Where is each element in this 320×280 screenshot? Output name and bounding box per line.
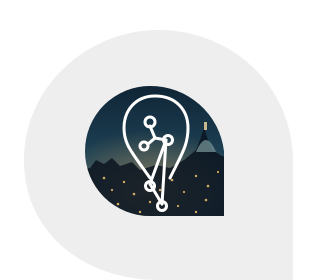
pin-logo-graphic: [0, 0, 293, 280]
logo-svg: [24, 30, 293, 280]
